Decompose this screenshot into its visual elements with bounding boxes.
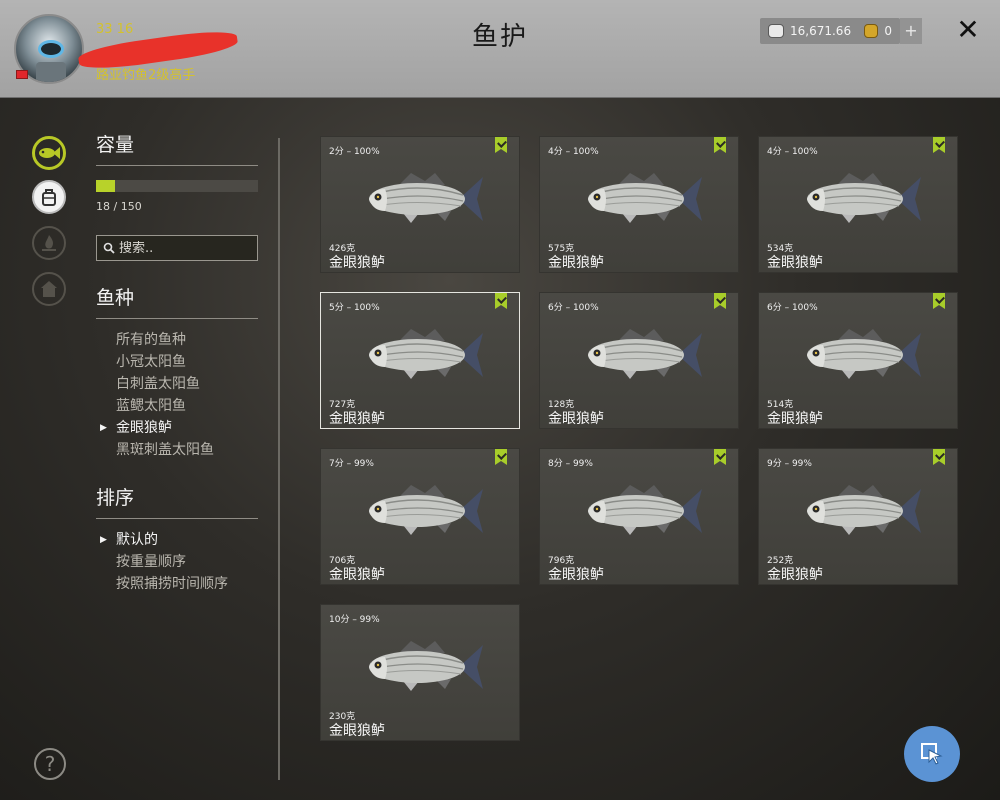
fish-score: 5分 – 100% [329,303,380,313]
fish-name: 金眼狼鲈 [329,723,385,739]
gold-coin-icon [864,24,879,38]
backpack-icon [42,189,56,206]
fish-card[interactable]: 5分 – 100% 727克 金眼狼鲈 [320,292,520,429]
fish-image [588,485,702,535]
species-title: 鱼种 [96,283,258,319]
fish-card[interactable]: 10分 – 99% 230克 金眼狼鲈 [320,604,520,741]
fish-icon [39,147,60,159]
fish-image [369,173,483,223]
search-box[interactable] [96,235,258,261]
fish-score: 7分 – 99% [329,459,374,469]
bookmark-icon[interactable] [495,449,507,465]
capacity-title: 容量 [96,130,258,166]
fish-name: 金眼狼鲈 [767,255,823,271]
fish-score: 4分 – 100% [548,147,599,157]
fish-score: 8分 – 99% [548,459,593,469]
cursor-mode-button[interactable] [904,726,960,782]
backpack-tab[interactable] [32,180,66,214]
species-filter-item[interactable]: 金眼狼鲈 [96,417,258,439]
fish-image [807,485,921,535]
sort-title: 排序 [96,483,258,519]
capacity-bar [96,180,258,192]
silver-coin-icon [768,24,784,38]
bookmark-icon[interactable] [933,449,945,465]
fish-name: 金眼狼鲈 [329,255,385,271]
fish-card[interactable]: 4分 – 100% 534克 金眼狼鲈 [758,136,958,273]
fish-score: 4分 – 100% [767,147,818,157]
species-filter-item[interactable]: 所有的鱼种 [96,329,258,351]
fish-card[interactable]: 9分 – 99% 252克 金眼狼鲈 [758,448,958,585]
sort-option-item[interactable]: 按照捕捞时间顺序 [96,573,258,595]
panel-divider [278,138,280,780]
fish-score: 2分 – 100% [329,147,380,157]
home-icon [41,281,57,297]
fish-score: 6分 – 100% [548,303,599,313]
gold-balance: 0 [856,18,900,44]
sort-list: 默认的按重量顺序按照捕捞时间顺序 [96,529,258,595]
fish-image [588,329,702,379]
search-icon [103,242,115,254]
species-filter-item[interactable]: 小冠太阳鱼 [96,351,258,373]
sort-option-item[interactable]: 默认的 [96,529,258,551]
sort-option-item[interactable]: 按重量顺序 [96,551,258,573]
avatar-body [36,62,66,82]
gold-amount: 0 [884,24,892,38]
capacity-bar-fill [96,180,116,192]
bookmark-icon[interactable] [933,293,945,309]
fish-name: 金眼狼鲈 [329,411,385,427]
fish-image [369,329,483,379]
bookmark-icon[interactable] [495,137,507,153]
species-filter-item[interactable]: 白刺盖太阳鱼 [96,373,258,395]
fish-card[interactable]: 4分 – 100% 575克 金眼狼鲈 [539,136,739,273]
fish-score: 10分 – 99% [329,615,380,625]
home-tab[interactable] [32,272,66,306]
fish-score: 9分 – 99% [767,459,812,469]
bookmark-icon[interactable] [714,293,726,309]
bookmark-icon[interactable] [714,449,726,465]
fish-card[interactable]: 8分 – 99% 796克 金眼狼鲈 [539,448,739,585]
capacity-text: 18 / 150 [96,200,142,213]
species-filter-item[interactable]: 黑斑刺盖太阳鱼 [96,439,258,461]
fish-image [588,173,702,223]
fish-image [369,641,483,691]
fish-card[interactable]: 7分 – 99% 706克 金眼狼鲈 [320,448,520,585]
bookmark-icon[interactable] [495,293,507,309]
campfire-icon [42,235,56,251]
campfire-tab[interactable] [32,226,66,260]
search-input[interactable] [119,240,249,256]
fish-card[interactable]: 6分 – 100% 514克 金眼狼鲈 [758,292,958,429]
add-currency-button[interactable]: + [900,18,922,44]
keepnet-tab[interactable] [32,136,66,170]
fish-name: 金眼狼鲈 [767,411,823,427]
fish-name: 金眼狼鲈 [329,567,385,583]
bookmark-icon[interactable] [714,137,726,153]
bookmark-icon[interactable] [933,137,945,153]
help-button[interactable]: ? [34,748,66,780]
top-bar: 33 16 路亚钓鱼2级高手 鱼护 16,671.66 0 + ✕ [0,0,1000,98]
cursor-icon [921,743,943,765]
filter-panel: 容量 18 / 150 鱼种 所有的鱼种小冠太阳鱼白刺盖太阳鱼蓝鳃太阳鱼金眼狼鲈… [96,130,258,595]
silver-amount: 16,671.66 [790,24,852,38]
fish-name: 金眼狼鲈 [767,567,823,583]
fish-name: 金眼狼鲈 [548,411,604,427]
fish-name: 金眼狼鲈 [548,567,604,583]
fish-image [807,173,921,223]
fish-card[interactable]: 2分 – 100% 426克 金眼狼鲈 [320,136,520,273]
fish-card[interactable]: 6分 – 100% 128克 金眼狼鲈 [539,292,739,429]
fish-image [369,485,483,535]
fish-name: 金眼狼鲈 [548,255,604,271]
species-filter-item[interactable]: 蓝鳃太阳鱼 [96,395,258,417]
fish-image [807,329,921,379]
country-flag-icon [16,70,28,79]
close-button[interactable]: ✕ [952,14,984,46]
species-list: 所有的鱼种小冠太阳鱼白刺盖太阳鱼蓝鳃太阳鱼金眼狼鲈黑斑刺盖太阳鱼 [96,329,258,461]
fish-score: 6分 – 100% [767,303,818,313]
